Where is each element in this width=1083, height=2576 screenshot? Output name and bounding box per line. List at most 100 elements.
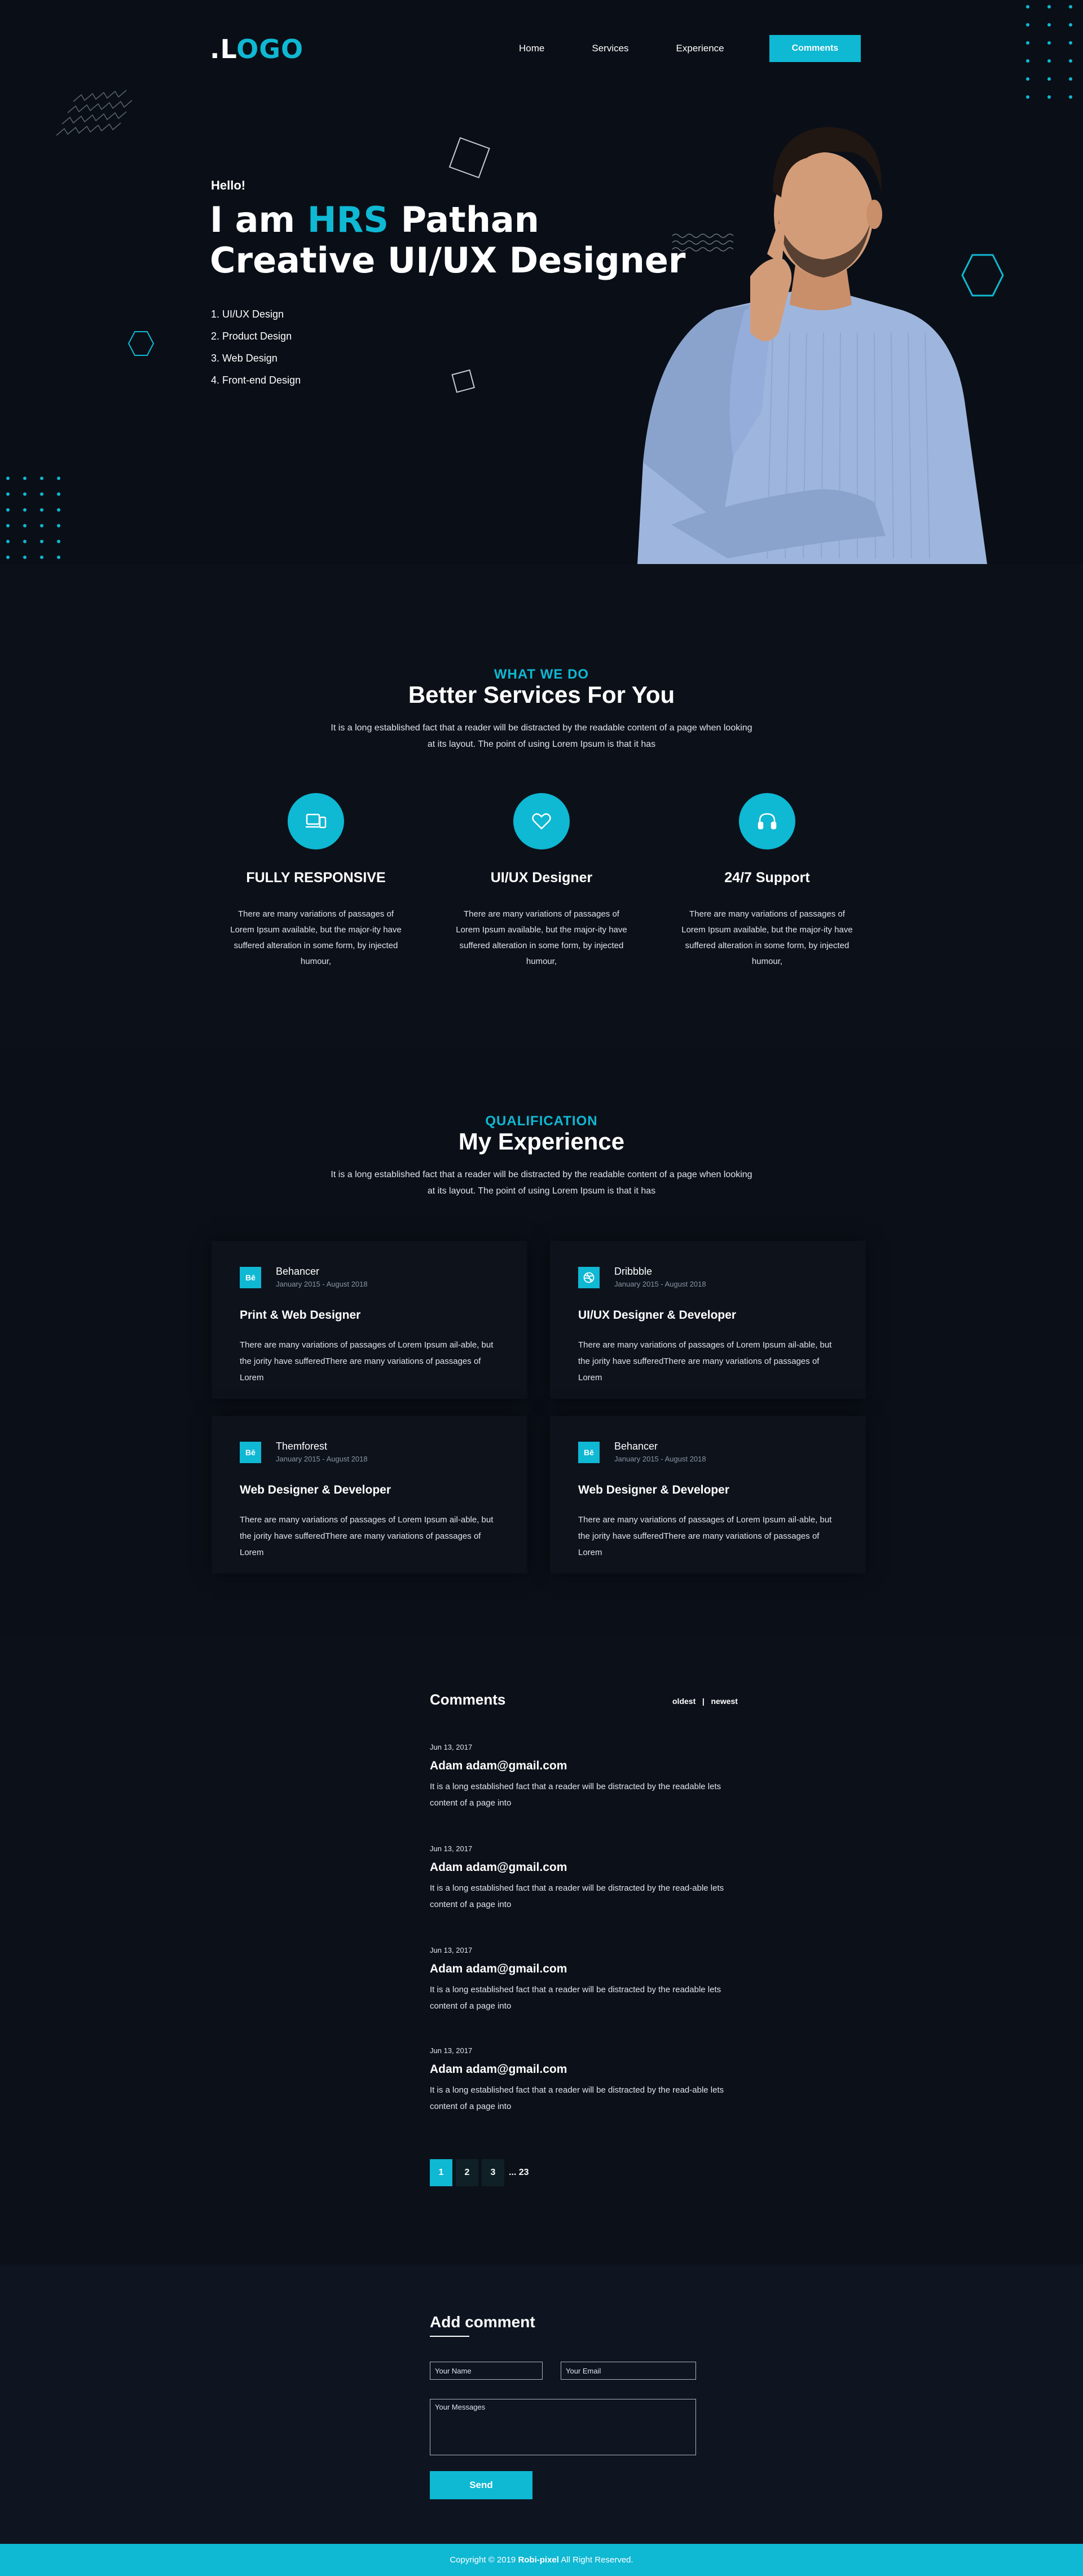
add-comment-title: Add comment bbox=[430, 2313, 535, 2331]
service-text: There are many variations of passages of… bbox=[230, 909, 402, 966]
copyright-brand: Robi-pixel bbox=[518, 2555, 559, 2565]
role-description: There are many variations of passages of… bbox=[240, 1515, 494, 1557]
page-button[interactable]: 2 bbox=[456, 2159, 478, 2186]
comments-title: Comments bbox=[430, 1691, 506, 1708]
comment-item: Jun 13, 2017 Adam adam@gmail.com It is a… bbox=[430, 1743, 768, 1811]
headline-prefix: I am bbox=[210, 199, 307, 240]
page-more-link[interactable]: ... 23 bbox=[509, 2168, 529, 2178]
comment-date: Jun 13, 2017 bbox=[430, 2046, 473, 2055]
comments-section: Comments oldest | newest Jun 13, 2017 Ad… bbox=[0, 1636, 1083, 2265]
comment-text: It is a long established fact that a rea… bbox=[430, 1883, 724, 1909]
experience-description: It is a long established fact that a rea… bbox=[331, 1170, 752, 1196]
nav-services-link[interactable]: Services bbox=[592, 43, 628, 54]
copyright-text: Copyright © 2019 Robi-pixel All Right Re… bbox=[450, 2555, 633, 2565]
service-icon-circle bbox=[739, 793, 795, 849]
service-text: There are many variations of passages of… bbox=[456, 909, 627, 966]
main-nav: Home Services Experience Comments bbox=[519, 35, 861, 62]
skills-list: 1. UI/UX Design 2. Product Design 3. Web… bbox=[211, 303, 301, 391]
headline-highlight: HRS bbox=[307, 199, 389, 240]
role-title: Web Designer & Developer bbox=[240, 1483, 391, 1496]
service-icon-circle bbox=[513, 793, 570, 849]
comment-author: Adam adam@gmail.com bbox=[430, 1962, 567, 1975]
comment-sort: oldest | newest bbox=[672, 1697, 738, 1706]
nav-home-link[interactable]: Home bbox=[519, 43, 544, 54]
page: .LOGO Home Services Experience Comments … bbox=[0, 0, 1083, 2576]
sort-separator: | bbox=[702, 1697, 705, 1706]
hexagon-outline-decoration bbox=[127, 331, 155, 356]
headline-line2: Creative UI/UX Designer bbox=[210, 240, 686, 281]
footer: Copyright © 2019 Robi-pixel All Right Re… bbox=[0, 2544, 1083, 2576]
behance-icon: Bē bbox=[240, 1442, 261, 1463]
devices-icon bbox=[306, 813, 327, 829]
comment-date: Jun 13, 2017 bbox=[430, 1946, 473, 1954]
comment-text: It is a long established fact that a rea… bbox=[430, 2085, 724, 2111]
square-outline-decoration bbox=[448, 137, 490, 179]
hero-section: .LOGO Home Services Experience Comments … bbox=[0, 0, 1083, 564]
page-button[interactable]: 3 bbox=[482, 2159, 504, 2186]
hero-greeting: Hello! bbox=[211, 178, 246, 192]
services-description: It is a long established fact that a rea… bbox=[331, 723, 752, 749]
role-description: There are many variations of passages of… bbox=[578, 1340, 832, 1382]
logo-dot: . bbox=[210, 34, 221, 64]
skill-item: 3. Web Design bbox=[211, 353, 278, 364]
services-title: Better Services For You bbox=[408, 681, 675, 708]
headline-suffix: Pathan bbox=[388, 199, 539, 240]
hero-headline: I am HRS Pathan Creative UI/UX Designer bbox=[210, 200, 686, 281]
copyright-prefix: Copyright © 2019 bbox=[450, 2555, 518, 2565]
heart-icon bbox=[532, 813, 551, 830]
message-field[interactable] bbox=[430, 2399, 696, 2455]
dot-grid-decoration bbox=[1026, 5, 1072, 99]
service-icon-circle bbox=[288, 793, 344, 849]
service-card: 24/7 Support There are many variations o… bbox=[666, 793, 869, 970]
role-title: Print & Web Designer bbox=[240, 1309, 361, 1322]
comment-text: It is a long established fact that a rea… bbox=[430, 1782, 721, 1808]
date-range: January 2015 - August 2018 bbox=[276, 1280, 368, 1288]
role-title: Web Designer & Developer bbox=[578, 1483, 730, 1496]
square-outline-decoration bbox=[451, 369, 476, 393]
logo[interactable]: .LOGO bbox=[210, 34, 303, 64]
comment-item: Jun 13, 2017 Adam adam@gmail.com It is a… bbox=[430, 1946, 768, 2014]
page-button-current[interactable]: 1 bbox=[430, 2159, 452, 2186]
date-range: January 2015 - August 2018 bbox=[614, 1455, 706, 1463]
services-section: WHAT WE DO Better Services For You It is… bbox=[0, 564, 1083, 1049]
behance-icon: Bē bbox=[240, 1267, 261, 1288]
comment-date: Jun 13, 2017 bbox=[430, 1844, 473, 1853]
date-range: January 2015 - August 2018 bbox=[614, 1280, 706, 1288]
email-field[interactable] bbox=[561, 2362, 696, 2380]
experience-eyebrow: QUALIFICATION bbox=[485, 1113, 598, 1129]
experience-title: My Experience bbox=[458, 1128, 625, 1155]
skill-item: 1. UI/UX Design bbox=[211, 309, 284, 320]
comment-author: Adam adam@gmail.com bbox=[430, 2063, 567, 2076]
name-field[interactable] bbox=[430, 2362, 543, 2380]
add-comment-section: Add comment Send bbox=[0, 2265, 1083, 2544]
comment-text: It is a long established fact that a rea… bbox=[430, 1985, 721, 2011]
comment-author: Adam adam@gmail.com bbox=[430, 1861, 567, 1874]
experience-card: Bē Behancer January 2015 - August 2018 W… bbox=[550, 1416, 866, 1574]
company-name: Dribbble bbox=[614, 1266, 653, 1277]
experience-card: Bē Behancer January 2015 - August 2018 P… bbox=[212, 1241, 527, 1399]
title-underline bbox=[430, 2336, 469, 2337]
experience-card: Dribbble January 2015 - August 2018 UI/U… bbox=[550, 1241, 866, 1399]
company-name: Themforest bbox=[276, 1441, 328, 1452]
dribbble-icon bbox=[578, 1267, 600, 1288]
logo-text-part2: OGO bbox=[236, 34, 304, 64]
role-title: UI/UX Designer & Developer bbox=[578, 1309, 737, 1322]
pagination: 1 2 3 ... 23 bbox=[430, 2159, 529, 2186]
comment-date: Jun 13, 2017 bbox=[430, 1743, 473, 1751]
comment-item: Jun 13, 2017 Adam adam@gmail.com It is a… bbox=[430, 1844, 768, 1913]
sort-oldest-link[interactable]: oldest bbox=[672, 1697, 695, 1706]
headset-icon bbox=[758, 813, 777, 830]
service-title: FULLY RESPONSIVE bbox=[246, 870, 386, 886]
nav-comments-button[interactable]: Comments bbox=[769, 35, 861, 62]
behance-icon: Bē bbox=[578, 1442, 600, 1463]
send-button[interactable]: Send bbox=[430, 2471, 532, 2499]
date-range: January 2015 - August 2018 bbox=[276, 1455, 368, 1463]
sort-newest-link[interactable]: newest bbox=[711, 1697, 738, 1706]
role-description: There are many variations of passages of… bbox=[578, 1515, 832, 1557]
experience-section: QUALIFICATION My Experience It is a long… bbox=[0, 1049, 1083, 1636]
role-description: There are many variations of passages of… bbox=[240, 1340, 494, 1382]
dot-grid-decoration bbox=[6, 477, 60, 559]
nav-experience-link[interactable]: Experience bbox=[676, 43, 724, 54]
zigzag-decoration bbox=[56, 90, 133, 136]
comment-author: Adam adam@gmail.com bbox=[430, 1759, 567, 1772]
